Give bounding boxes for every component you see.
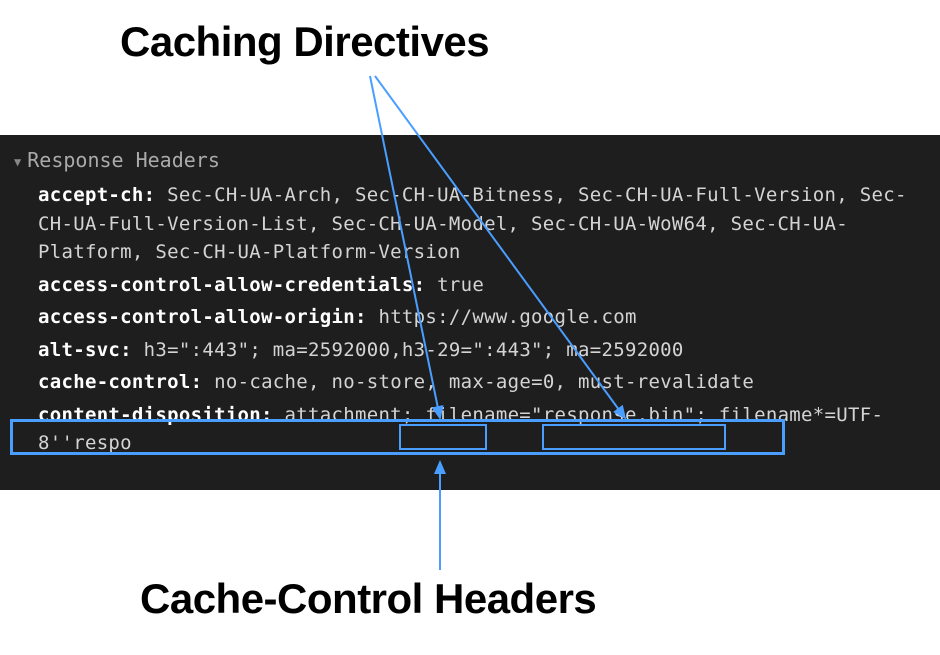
header-access-control-allow-credentials: access-control-allow-credentials: true [38,271,926,300]
header-access-control-allow-origin: access-control-allow-origin: https://www… [38,303,926,332]
headers-list: accept-ch: Sec-CH-UA-Arch, Sec-CH-UA-Bit… [10,181,926,458]
response-headers-section[interactable]: Response Headers [10,145,926,175]
header-value: https://www.google.com [378,306,636,328]
devtools-headers-panel: Response Headers accept-ch: Sec-CH-UA-Ar… [0,135,940,490]
header-name: cache-control: [38,371,202,393]
header-name: content-disposition: [38,404,273,426]
header-value: h3=":443"; ma=2592000,h3-29=":443"; ma=2… [144,339,684,361]
cache-directive-must-revalidate: must-revalidate [578,371,754,393]
caching-directives-label: Caching Directives [120,18,489,66]
header-value: no-cache, no-store, max-age=0, must-reva… [214,371,754,393]
header-name: accept-ch: [38,184,155,206]
header-name: access-control-allow-credentials: [38,274,425,296]
header-cache-control: cache-control: no-cache, no-store, max-a… [38,368,926,397]
header-value: Sec-CH-UA-Arch, Sec-CH-UA-Bitness, Sec-C… [38,184,907,263]
header-content-disposition: content-disposition: attachment; filenam… [38,401,926,458]
header-name: access-control-allow-origin: [38,306,367,328]
header-value: true [437,274,484,296]
header-alt-svc: alt-svc: h3=":443"; ma=2592000,h3-29=":4… [38,336,926,365]
header-name: alt-svc: [38,339,132,361]
cache-control-headers-label: Cache-Control Headers [140,575,596,623]
cache-directive-max-age: max-age [449,371,531,393]
header-accept-ch: accept-ch: Sec-CH-UA-Arch, Sec-CH-UA-Bit… [38,181,926,267]
